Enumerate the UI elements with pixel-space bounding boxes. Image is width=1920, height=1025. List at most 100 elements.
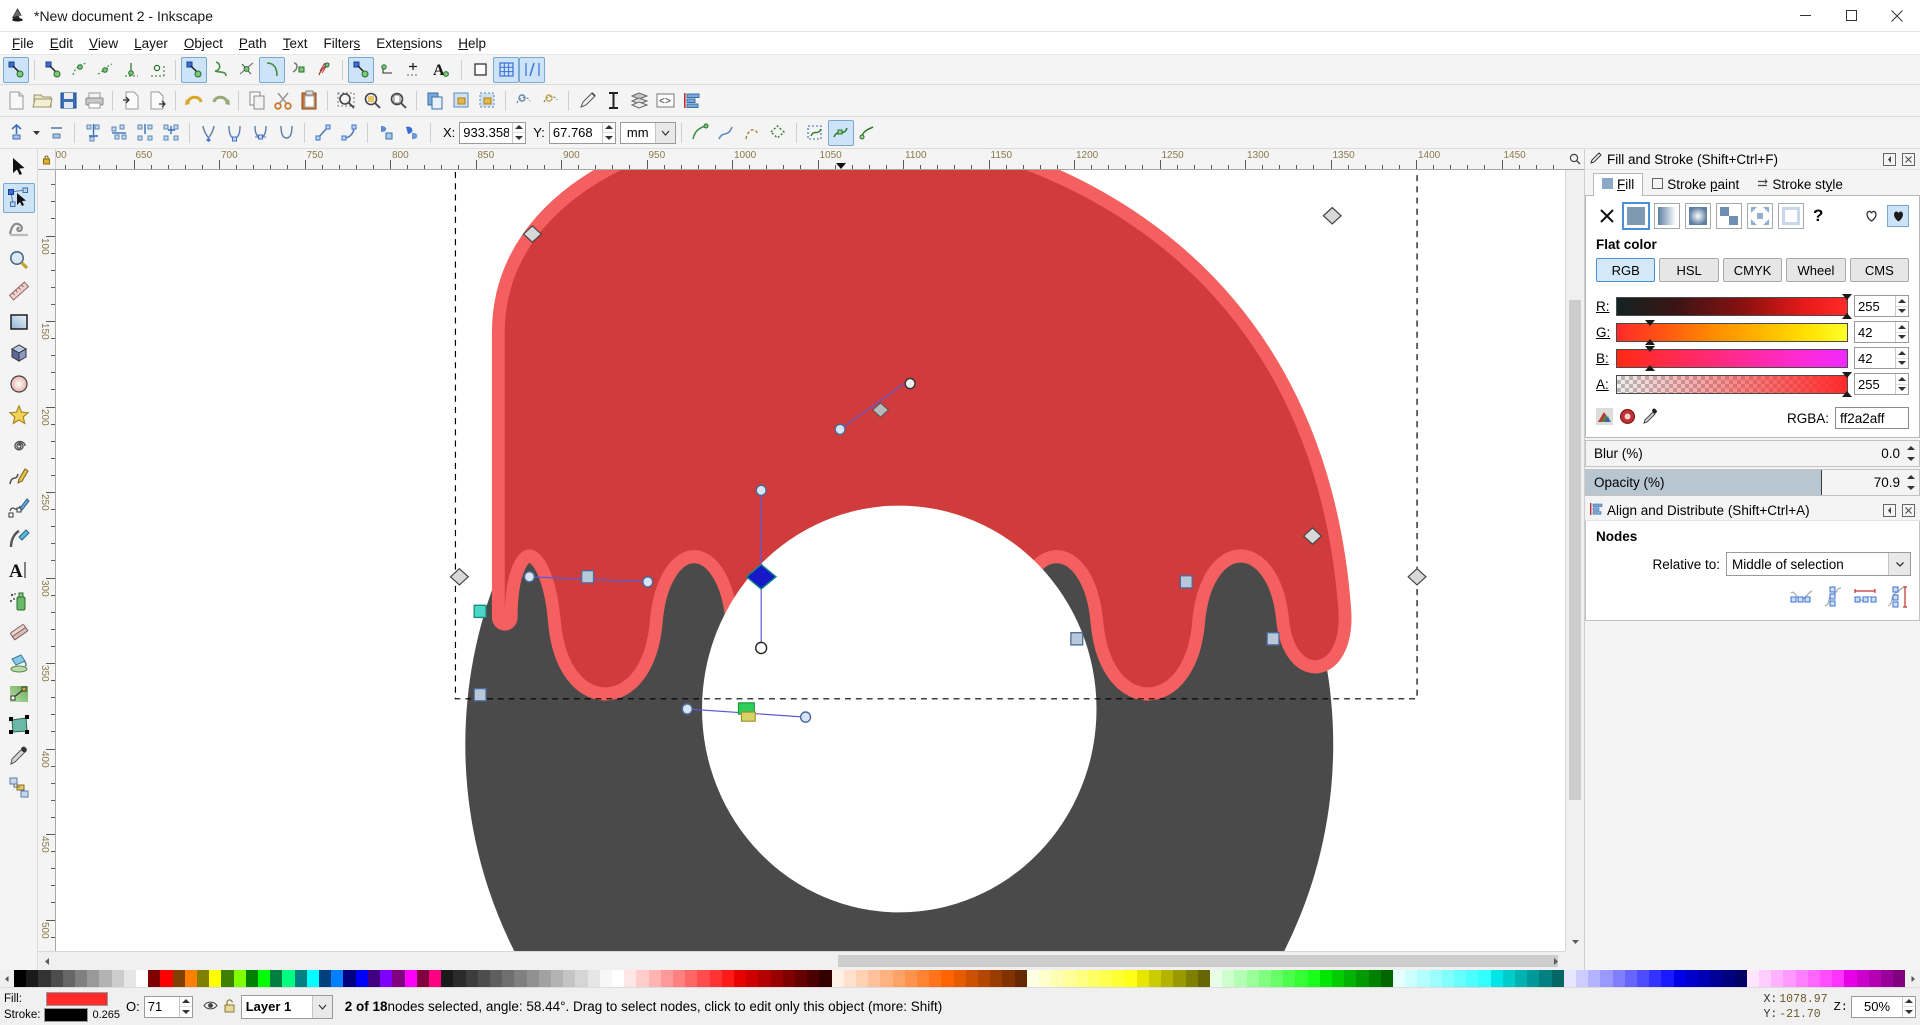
question-mark-icon[interactable]: ? bbox=[1809, 206, 1827, 226]
fill-rule-evenodd-button[interactable] bbox=[1860, 205, 1882, 227]
3dbox-tool[interactable] bbox=[3, 338, 35, 368]
join-nodes-button[interactable] bbox=[92, 57, 118, 83]
palette-swatch[interactable] bbox=[1661, 970, 1674, 987]
palette-swatch[interactable] bbox=[917, 970, 930, 987]
palette-swatch[interactable] bbox=[184, 970, 198, 987]
menu-file[interactable]: File bbox=[4, 34, 42, 53]
palette-swatch[interactable] bbox=[62, 970, 76, 987]
x-coordinate-input[interactable] bbox=[460, 122, 513, 143]
palette-swatch[interactable] bbox=[880, 970, 893, 987]
palette-swatch[interactable] bbox=[1563, 970, 1576, 987]
palette-swatch[interactable] bbox=[1514, 970, 1528, 987]
palette-swatch[interactable] bbox=[1161, 970, 1174, 987]
palette-swatch[interactable] bbox=[550, 970, 564, 987]
add-corners-lpe-button[interactable] bbox=[400, 57, 426, 83]
palette-swatch[interactable] bbox=[733, 970, 747, 987]
a-channel-slider[interactable] bbox=[1616, 371, 1852, 397]
node-type-symmetric-button[interactable] bbox=[233, 57, 259, 83]
zoom-down[interactable] bbox=[1903, 1007, 1915, 1017]
palette-swatch[interactable] bbox=[611, 970, 625, 987]
show-outline-button[interactable] bbox=[519, 56, 545, 83]
g-spin-down[interactable] bbox=[1896, 332, 1908, 342]
minimize-button[interactable] bbox=[1782, 0, 1828, 32]
palette-swatch[interactable] bbox=[123, 970, 137, 987]
fill-indicator-row[interactable]: Fill: bbox=[4, 991, 120, 1007]
break-path-button[interactable] bbox=[66, 57, 92, 83]
r-channel-spinner[interactable] bbox=[1854, 295, 1909, 317]
ellipse-tool[interactable] bbox=[3, 369, 35, 399]
palette-swatch[interactable] bbox=[1624, 970, 1638, 987]
text-tool[interactable]: A bbox=[3, 555, 35, 585]
palette-swatch[interactable] bbox=[99, 970, 112, 987]
chevron-down-icon[interactable] bbox=[654, 122, 675, 143]
palette-swatch[interactable] bbox=[1307, 970, 1320, 987]
vertical-scroll-thumb[interactable] bbox=[1569, 300, 1581, 800]
palette-swatch[interactable] bbox=[636, 970, 649, 987]
show-transform-handles-button[interactable] bbox=[467, 57, 493, 83]
node-type-auto-button[interactable] bbox=[259, 56, 285, 83]
delete-node-button[interactable] bbox=[40, 57, 66, 83]
palette-swatch[interactable] bbox=[1539, 970, 1552, 987]
palette-swatch[interactable] bbox=[1637, 970, 1650, 987]
undo-button[interactable] bbox=[181, 88, 207, 114]
b-channel-slider[interactable] bbox=[1616, 345, 1848, 371]
palette-swatch[interactable] bbox=[1856, 970, 1869, 987]
chevron-down-icon[interactable] bbox=[311, 995, 332, 1018]
status-opacity-down[interactable] bbox=[179, 1007, 192, 1017]
palette-swatch[interactable] bbox=[1331, 970, 1345, 987]
print-document-button[interactable] bbox=[81, 88, 107, 114]
zoom-drawing-button[interactable] bbox=[359, 88, 385, 114]
y-coordinate-input[interactable] bbox=[549, 122, 602, 143]
palette-swatch[interactable] bbox=[1344, 970, 1357, 987]
palette-swatch[interactable] bbox=[441, 970, 454, 987]
linear-gradient-button[interactable] bbox=[1654, 203, 1680, 229]
palette-swatch[interactable] bbox=[1551, 970, 1564, 987]
opacity-spinner[interactable] bbox=[143, 995, 193, 1018]
palette-swatch[interactable] bbox=[111, 970, 124, 987]
connector-tool[interactable] bbox=[3, 772, 35, 802]
zoom-corner-icon[interactable] bbox=[1565, 149, 1584, 170]
palette-swatch[interactable] bbox=[1319, 970, 1332, 987]
bucket-fill-tool[interactable] bbox=[3, 648, 35, 678]
color-managed-icon[interactable] bbox=[1596, 408, 1613, 428]
palette-swatch[interactable] bbox=[1039, 970, 1052, 987]
tweak-tool[interactable] bbox=[3, 214, 35, 244]
show-bezier-handles-button[interactable] bbox=[493, 56, 519, 83]
duplicate-button[interactable] bbox=[422, 88, 448, 114]
palette-swatch[interactable] bbox=[1771, 970, 1784, 987]
align-collapse-dock-button[interactable] bbox=[1882, 503, 1897, 518]
palette-swatch[interactable] bbox=[1417, 970, 1430, 987]
palette-swatch[interactable] bbox=[1685, 970, 1699, 987]
palette-swatch[interactable] bbox=[172, 970, 185, 987]
insert-node-button[interactable] bbox=[3, 56, 29, 83]
palette-swatch[interactable] bbox=[1295, 970, 1308, 987]
palette-swatch[interactable] bbox=[672, 970, 686, 987]
palette-swatch[interactable] bbox=[343, 970, 356, 987]
scroll-right-icon[interactable] bbox=[1546, 952, 1565, 971]
palette-swatch[interactable] bbox=[587, 970, 600, 987]
palette-swatch[interactable] bbox=[1478, 970, 1491, 987]
rgba-value[interactable]: ff2a2aff bbox=[1835, 407, 1909, 429]
g-spin-up[interactable] bbox=[1896, 322, 1908, 333]
edit-next-lpe-button[interactable] bbox=[713, 120, 739, 146]
pencil-tool[interactable] bbox=[3, 462, 35, 492]
palette-swatch[interactable] bbox=[404, 970, 417, 987]
unlock-icon[interactable] bbox=[223, 998, 236, 1016]
y-coordinate-spinner[interactable] bbox=[548, 121, 616, 144]
palette-swatch[interactable] bbox=[282, 970, 295, 987]
x-spin-down[interactable] bbox=[513, 133, 526, 143]
show-path-outline-button[interactable] bbox=[687, 120, 713, 146]
color-mode-cms[interactable]: CMS bbox=[1849, 258, 1910, 282]
object-to-path-button-2[interactable] bbox=[373, 120, 399, 146]
fill-stroke-dialog-button[interactable] bbox=[574, 88, 600, 114]
layer-selector[interactable]: Layer 1 bbox=[240, 994, 333, 1019]
palette-swatch[interactable] bbox=[599, 970, 612, 987]
palette-swatch[interactable] bbox=[941, 970, 954, 987]
palette-swatch[interactable] bbox=[306, 970, 320, 987]
b-channel-spinner[interactable] bbox=[1854, 347, 1909, 369]
palette-swatch[interactable] bbox=[953, 970, 966, 987]
palette-swatch[interactable] bbox=[1600, 970, 1613, 987]
tab-stroke-style[interactable]: Stroke style bbox=[1748, 173, 1852, 196]
distribute-nodes-v-button[interactable] bbox=[1883, 584, 1911, 610]
palette-swatch[interactable] bbox=[270, 970, 283, 987]
